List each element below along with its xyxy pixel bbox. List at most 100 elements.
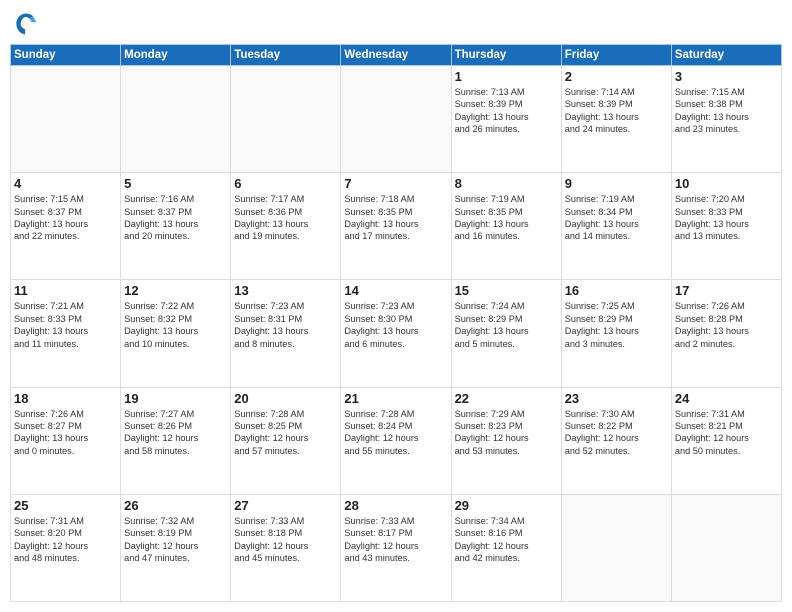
- calendar-cell: 7 Sunrise: 7:18 AMSunset: 8:35 PMDaylight…: [341, 173, 451, 280]
- day-info: Sunrise: 7:20 AMSunset: 8:33 PMDaylight:…: [675, 193, 778, 243]
- day-number: 2: [565, 69, 668, 84]
- day-number: 18: [14, 391, 117, 406]
- calendar-cell: 16 Sunrise: 7:25 AMSunset: 8:29 PMDayligh…: [561, 280, 671, 387]
- day-number: 27: [234, 498, 337, 513]
- calendar-cell: 21 Sunrise: 7:28 AMSunset: 8:24 PMDayligh…: [341, 387, 451, 494]
- calendar-cell: 28 Sunrise: 7:33 AMSunset: 8:17 PMDayligh…: [341, 494, 451, 601]
- day-number: 11: [14, 283, 117, 298]
- day-number: 23: [565, 391, 668, 406]
- calendar-cell: 29 Sunrise: 7:34 AMSunset: 8:16 PMDayligh…: [451, 494, 561, 601]
- calendar-cell: 1 Sunrise: 7:13 AMSunset: 8:39 PMDaylight…: [451, 66, 561, 173]
- day-of-week-header: Thursday: [451, 45, 561, 66]
- day-info: Sunrise: 7:21 AMSunset: 8:33 PMDaylight:…: [14, 300, 117, 350]
- calendar-cell: 6Sunrise: 7:17 AMSunset: 8:36 PMDaylight…: [231, 173, 341, 280]
- calendar-cell: 15Sunrise: 7:24 AMSunset: 8:29 PMDayligh…: [451, 280, 561, 387]
- calendar-header-row: SundayMondayTuesdayWednesdayThursdayFrid…: [11, 45, 782, 66]
- day-info: Sunrise: 7:26 AMSunset: 8:28 PMDaylight:…: [675, 300, 778, 350]
- day-number: 24: [675, 391, 778, 406]
- day-number: 10: [675, 176, 778, 191]
- calendar-week-row: 4Sunrise: 7:15 AMSunset: 8:37 PMDaylight…: [11, 173, 782, 280]
- calendar-cell: 27 Sunrise: 7:33 AMSunset: 8:18 PMDayligh…: [231, 494, 341, 601]
- day-info: Sunrise: 7:16 AMSunset: 8:37 PMDaylight:…: [124, 193, 227, 243]
- calendar-week-row: 11 Sunrise: 7:21 AMSunset: 8:33 PMDayligh…: [11, 280, 782, 387]
- calendar-cell: 2 Sunrise: 7:14 AMSunset: 8:39 PMDaylight…: [561, 66, 671, 173]
- day-info: Sunrise: 7:33 AMSunset: 8:17 PMDaylight:…: [344, 515, 447, 565]
- calendar-cell: [671, 494, 781, 601]
- day-info: Sunrise: 7:23 AMSunset: 8:31 PMDaylight:…: [234, 300, 337, 350]
- day-info: Sunrise: 7:31 AMSunset: 8:21 PMDaylight:…: [675, 408, 778, 458]
- header: [10, 10, 782, 38]
- day-number: 3: [675, 69, 778, 84]
- calendar-cell: 26Sunrise: 7:32 AMSunset: 8:19 PMDayligh…: [121, 494, 231, 601]
- calendar-cell: 17 Sunrise: 7:26 AMSunset: 8:28 PMDayligh…: [671, 280, 781, 387]
- day-info: Sunrise: 7:27 AMSunset: 8:26 PMDaylight:…: [124, 408, 227, 458]
- day-info: Sunrise: 7:30 AMSunset: 8:22 PMDaylight:…: [565, 408, 668, 458]
- calendar-header: SundayMondayTuesdayWednesdayThursdayFrid…: [11, 45, 782, 66]
- calendar-cell: [231, 66, 341, 173]
- calendar-week-row: 1 Sunrise: 7:13 AMSunset: 8:39 PMDaylight…: [11, 66, 782, 173]
- day-number: 19: [124, 391, 227, 406]
- calendar-week-row: 25 Sunrise: 7:31 AMSunset: 8:20 PMDayligh…: [11, 494, 782, 601]
- day-of-week-header: Monday: [121, 45, 231, 66]
- day-info: Sunrise: 7:18 AMSunset: 8:35 PMDaylight:…: [344, 193, 447, 243]
- day-info: Sunrise: 7:15 AMSunset: 8:37 PMDaylight:…: [14, 193, 117, 243]
- day-number: 6: [234, 176, 337, 191]
- calendar-cell: 12Sunrise: 7:22 AMSunset: 8:32 PMDayligh…: [121, 280, 231, 387]
- day-of-week-header: Tuesday: [231, 45, 341, 66]
- day-info: Sunrise: 7:26 AMSunset: 8:27 PMDaylight:…: [14, 408, 117, 458]
- calendar-table: SundayMondayTuesdayWednesdayThursdayFrid…: [10, 44, 782, 602]
- day-number: 16: [565, 283, 668, 298]
- day-number: 12: [124, 283, 227, 298]
- calendar-cell: 24 Sunrise: 7:31 AMSunset: 8:21 PMDayligh…: [671, 387, 781, 494]
- calendar-cell: [121, 66, 231, 173]
- calendar-cell: [341, 66, 451, 173]
- day-of-week-header: Wednesday: [341, 45, 451, 66]
- calendar-week-row: 18 Sunrise: 7:26 AMSunset: 8:27 PMDayligh…: [11, 387, 782, 494]
- day-info: Sunrise: 7:25 AMSunset: 8:29 PMDaylight:…: [565, 300, 668, 350]
- day-number: 26: [124, 498, 227, 513]
- calendar-cell: [561, 494, 671, 601]
- calendar-cell: 11 Sunrise: 7:21 AMSunset: 8:33 PMDayligh…: [11, 280, 121, 387]
- day-info: Sunrise: 7:33 AMSunset: 8:18 PMDaylight:…: [234, 515, 337, 565]
- calendar-cell: 5 Sunrise: 7:16 AMSunset: 8:37 PMDaylight…: [121, 173, 231, 280]
- day-number: 15: [455, 283, 558, 298]
- day-info: Sunrise: 7:34 AMSunset: 8:16 PMDaylight:…: [455, 515, 558, 565]
- calendar-cell: 20 Sunrise: 7:28 AMSunset: 8:25 PMDayligh…: [231, 387, 341, 494]
- day-number: 20: [234, 391, 337, 406]
- day-number: 1: [455, 69, 558, 84]
- day-number: 29: [455, 498, 558, 513]
- day-number: 21: [344, 391, 447, 406]
- day-number: 25: [14, 498, 117, 513]
- day-info: Sunrise: 7:23 AMSunset: 8:30 PMDaylight:…: [344, 300, 447, 350]
- day-of-week-header: Saturday: [671, 45, 781, 66]
- day-of-week-header: Friday: [561, 45, 671, 66]
- day-info: Sunrise: 7:19 AMSunset: 8:34 PMDaylight:…: [565, 193, 668, 243]
- day-info: Sunrise: 7:15 AMSunset: 8:38 PMDaylight:…: [675, 86, 778, 136]
- calendar-cell: 10 Sunrise: 7:20 AMSunset: 8:33 PMDayligh…: [671, 173, 781, 280]
- calendar-cell: [11, 66, 121, 173]
- day-of-week-header: Sunday: [11, 45, 121, 66]
- day-info: Sunrise: 7:13 AMSunset: 8:39 PMDaylight:…: [455, 86, 558, 136]
- day-info: Sunrise: 7:28 AMSunset: 8:25 PMDaylight:…: [234, 408, 337, 458]
- calendar-cell: 13Sunrise: 7:23 AMSunset: 8:31 PMDayligh…: [231, 280, 341, 387]
- calendar-cell: 18 Sunrise: 7:26 AMSunset: 8:27 PMDayligh…: [11, 387, 121, 494]
- calendar-cell: 4Sunrise: 7:15 AMSunset: 8:37 PMDaylight…: [11, 173, 121, 280]
- calendar-cell: 9 Sunrise: 7:19 AMSunset: 8:34 PMDaylight…: [561, 173, 671, 280]
- calendar-cell: 14Sunrise: 7:23 AMSunset: 8:30 PMDayligh…: [341, 280, 451, 387]
- calendar-cell: 19 Sunrise: 7:27 AMSunset: 8:26 PMDayligh…: [121, 387, 231, 494]
- day-number: 7: [344, 176, 447, 191]
- calendar-cell: 22 Sunrise: 7:29 AMSunset: 8:23 PMDayligh…: [451, 387, 561, 494]
- day-info: Sunrise: 7:31 AMSunset: 8:20 PMDaylight:…: [14, 515, 117, 565]
- calendar-cell: 23 Sunrise: 7:30 AMSunset: 8:22 PMDayligh…: [561, 387, 671, 494]
- day-number: 22: [455, 391, 558, 406]
- calendar-cell: 8Sunrise: 7:19 AMSunset: 8:35 PMDaylight…: [451, 173, 561, 280]
- day-info: Sunrise: 7:14 AMSunset: 8:39 PMDaylight:…: [565, 86, 668, 136]
- day-info: Sunrise: 7:28 AMSunset: 8:24 PMDaylight:…: [344, 408, 447, 458]
- logo-icon: [12, 10, 40, 38]
- day-number: 28: [344, 498, 447, 513]
- day-number: 9: [565, 176, 668, 191]
- day-number: 5: [124, 176, 227, 191]
- day-number: 17: [675, 283, 778, 298]
- calendar-body: 1 Sunrise: 7:13 AMSunset: 8:39 PMDaylight…: [11, 66, 782, 602]
- day-info: Sunrise: 7:29 AMSunset: 8:23 PMDaylight:…: [455, 408, 558, 458]
